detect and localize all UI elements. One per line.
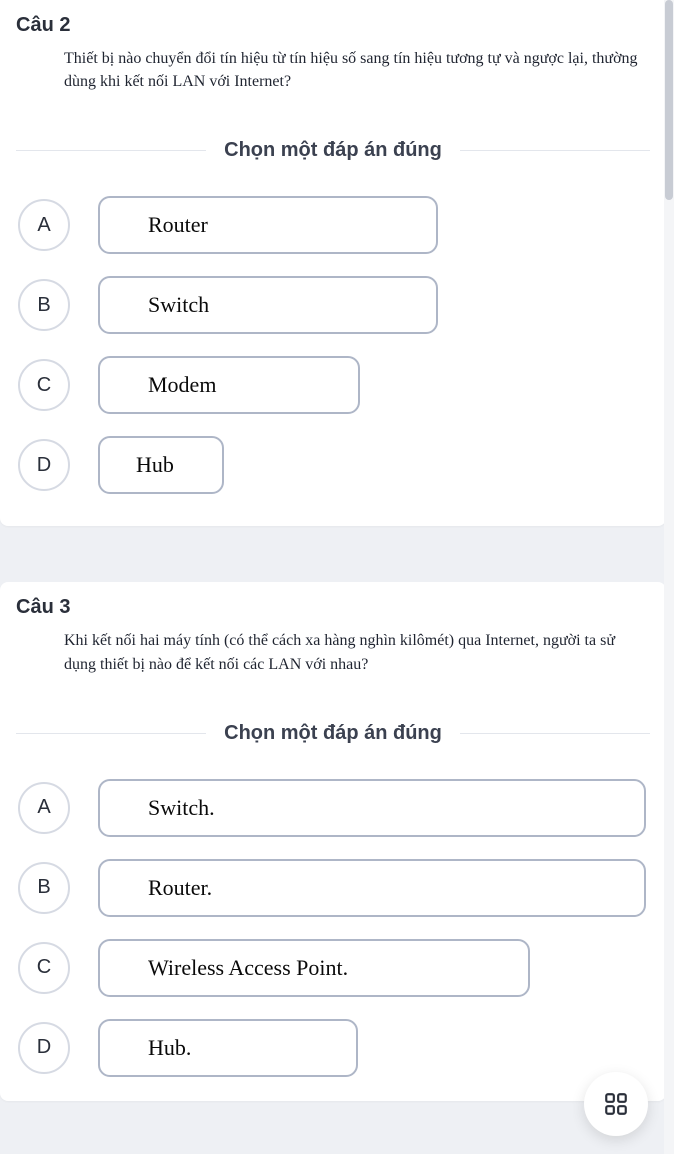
options-list: A Switch. B Router. C Wireless Access Po… xyxy=(16,779,650,1077)
grid-icon xyxy=(603,1091,629,1117)
option-label: Switch xyxy=(98,276,438,334)
option-a[interactable]: A Switch. xyxy=(18,779,650,837)
option-letter: B xyxy=(18,862,70,914)
instruction-label: Chọn một đáp án đúng xyxy=(206,139,460,162)
option-letter: A xyxy=(18,199,70,251)
option-label: Router xyxy=(98,196,438,254)
question-card-2: Câu 2 Thiết bị nào chuyển đổi tín hiệu t… xyxy=(0,0,666,526)
option-b[interactable]: B Switch xyxy=(18,276,650,334)
option-label: Hub xyxy=(98,436,224,494)
option-d[interactable]: D Hub. xyxy=(18,1019,650,1077)
options-list: A Router B Switch C Modem D Hub xyxy=(16,196,650,494)
option-letter: A xyxy=(18,782,70,834)
instruction-separator: Chọn một đáp án đúng xyxy=(16,722,650,745)
question-body: Khi kết nối hai máy tính (có thể cách xa… xyxy=(16,629,650,675)
instruction-separator: Chọn một đáp án đúng xyxy=(16,139,650,162)
question-body: Thiết bị nào chuyển đổi tín hiệu từ tín … xyxy=(16,47,650,93)
option-letter: C xyxy=(18,359,70,411)
option-label: Switch. xyxy=(98,779,646,837)
scrollbar-thumb[interactable] xyxy=(665,0,673,200)
option-d[interactable]: D Hub xyxy=(18,436,650,494)
option-letter: D xyxy=(18,1022,70,1074)
instruction-label: Chọn một đáp án đúng xyxy=(206,722,460,745)
question-card-3: Câu 3 Khi kết nối hai máy tính (có thể c… xyxy=(0,582,666,1100)
option-c[interactable]: C Wireless Access Point. xyxy=(18,939,650,997)
option-label: Wireless Access Point. xyxy=(98,939,530,997)
option-letter: D xyxy=(18,439,70,491)
option-letter: C xyxy=(18,942,70,994)
option-label: Modem xyxy=(98,356,360,414)
question-title: Câu 3 xyxy=(16,596,650,619)
option-b[interactable]: B Router. xyxy=(18,859,650,917)
option-c[interactable]: C Modem xyxy=(18,356,650,414)
question-title: Câu 2 xyxy=(16,14,650,37)
option-a[interactable]: A Router xyxy=(18,196,650,254)
quiz-scroll-area: Câu 2 Thiết bị nào chuyển đổi tín hiệu t… xyxy=(0,0,674,1154)
option-label: Hub. xyxy=(98,1019,358,1077)
option-label: Router. xyxy=(98,859,646,917)
option-letter: B xyxy=(18,279,70,331)
scrollbar-track[interactable] xyxy=(664,0,674,1154)
grid-fab-button[interactable] xyxy=(584,1072,648,1136)
